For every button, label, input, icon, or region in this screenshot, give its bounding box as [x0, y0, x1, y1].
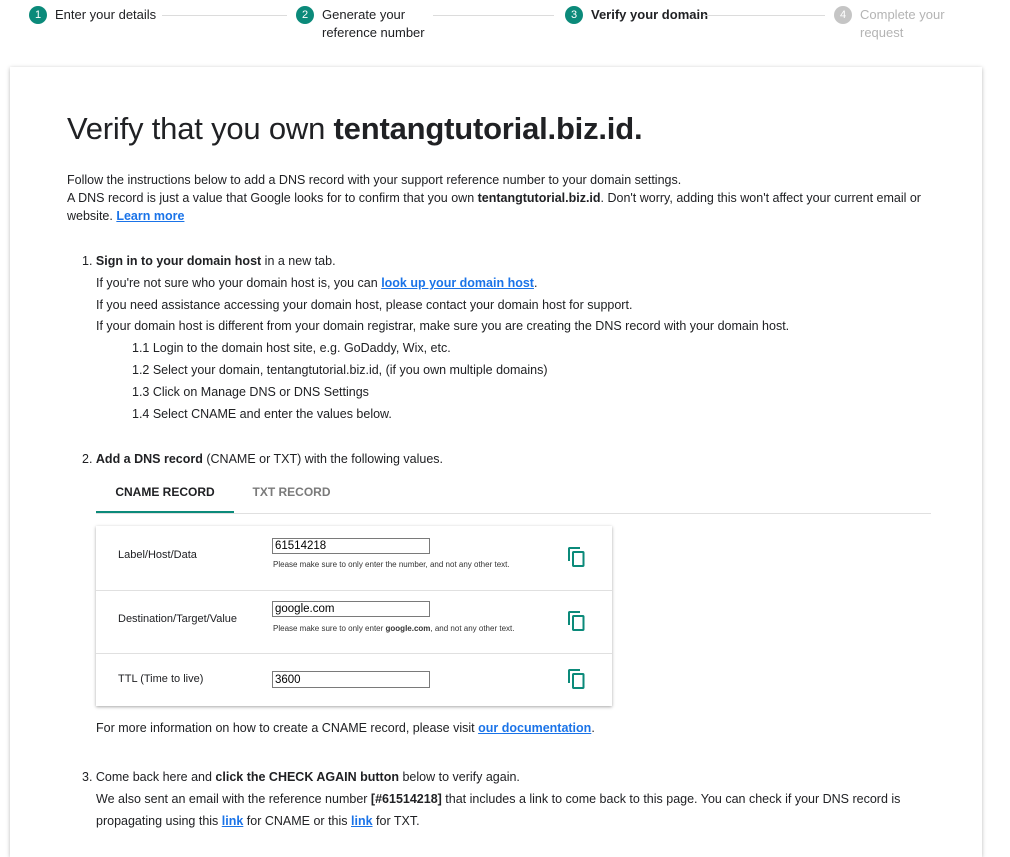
intro-line: A DNS record is just a value that Google… [67, 189, 947, 225]
lookup-domain-host-link[interactable]: look up your domain host [381, 276, 534, 290]
step-3-text: below to verify again. [399, 770, 520, 784]
instruction-text: propagating using this [96, 813, 222, 828]
step-label: Generate your reference number [322, 7, 425, 40]
dns-record-table: Label/Host/Data Please make sure to only… [96, 526, 612, 706]
learn-more-link[interactable]: Learn more [116, 209, 184, 223]
note-text: For more information on how to create a … [96, 721, 479, 735]
instruction-line: If your domain host is different from yo… [96, 319, 790, 334]
copy-icon[interactable] [566, 668, 586, 690]
step-3-text: Come back here and [95, 770, 216, 784]
step-number: 1 [29, 6, 47, 24]
instruction-line: propagating using this link for CNAME or… [82, 811, 962, 833]
instruction-line: We also sent an email with the reference… [82, 789, 962, 811]
step-1-bold: Sign in to your domain host [95, 254, 262, 268]
record-field-label: Label/Host/Data [118, 549, 197, 561]
copy-icon[interactable] [566, 610, 586, 632]
sub-instruction: 1.2 Select your domain, tentangtutorial.… [132, 362, 548, 377]
step-1: 1 Enter your details [29, 6, 165, 24]
title-prefix: Verify that you own [67, 111, 334, 146]
intro-text-part: A DNS record is just a value that Google… [67, 191, 478, 205]
step-number: 3 [565, 6, 583, 24]
verification-card: Verify that you own tentangtutorial.biz.… [10, 67, 982, 857]
step-2: 2 Generate your reference number [296, 6, 432, 42]
reference-number: [#61514218] [370, 791, 442, 806]
step-2-rest: (CNAME or TXT) with the following values… [202, 452, 443, 466]
instruction-text: that includes a link to come back to thi… [441, 791, 901, 806]
step-3-instructions: 3. Come back here and click the CHECK AG… [82, 767, 962, 832]
instruction-line: If you're not sure who your domain host … [82, 273, 962, 295]
destination-target-value-field[interactable] [272, 601, 430, 617]
step-3: 3 Verify your domain [565, 6, 721, 24]
step-number: 2 [296, 6, 314, 24]
step-connector [433, 15, 554, 16]
field-hint: Please make sure to only enter google.co… [273, 624, 514, 633]
hint-bold: google.com [385, 624, 431, 633]
instruction-text: . [533, 275, 538, 290]
cname-docs-note: For more information on how to create a … [96, 719, 595, 737]
list-number: 1. [82, 254, 96, 268]
step-label: Verify your domain [591, 7, 709, 22]
step-connector [162, 15, 287, 16]
table-row: Label/Host/Data Please make sure to only… [96, 526, 612, 591]
title-domain: tentangtutorial.biz.id. [333, 111, 643, 146]
hint-text: , and not any other text. [430, 624, 515, 633]
instruction-line: If you need assistance accessing your do… [96, 297, 633, 312]
documentation-link[interactable]: our documentation [478, 721, 591, 735]
instruction-text: If you're not sure who your domain host … [96, 275, 382, 290]
table-row: Destination/Target/Value Please make sur… [96, 590, 612, 654]
step-4: 4 Complete your request [834, 6, 955, 42]
instruction-text: for TXT. [372, 813, 420, 828]
ttl-field[interactable] [272, 671, 430, 688]
step-1-rest: in a new tab. [261, 254, 336, 268]
cname-propagation-link[interactable]: link [222, 814, 244, 828]
step-number: 4 [834, 6, 852, 24]
list-number: 3. [82, 770, 96, 784]
sub-instruction: 1.1 Login to the domain host site, e.g. … [132, 341, 451, 356]
txt-propagation-link[interactable]: link [351, 814, 373, 828]
step-2-heading: 2. Add a DNS record (CNAME or TXT) with … [82, 450, 443, 468]
copy-icon[interactable] [566, 546, 586, 568]
record-field-label: Destination/Target/Value [118, 613, 238, 625]
intro-text: Follow the instructions below to add a D… [67, 171, 947, 225]
intro-line: Follow the instructions below to add a D… [67, 173, 682, 187]
step-2-bold: Add a DNS record [95, 452, 203, 466]
note-text: . [591, 721, 595, 735]
sub-instruction: 1.4 Select CNAME and enter the values be… [132, 406, 392, 421]
step-label: Enter your details [55, 7, 157, 22]
list-number: 2. [82, 452, 96, 466]
step-3-bold: click the CHECK AGAIN button [215, 770, 399, 784]
table-row: TTL (Time to live) [96, 653, 612, 706]
step-label: Complete your request [860, 7, 945, 40]
tab-txt-record[interactable]: TXT RECORD [234, 473, 349, 511]
field-hint: Please make sure to only enter the numbe… [273, 560, 510, 569]
label-host-data-field[interactable] [272, 538, 430, 554]
tab-cname-record[interactable]: CNAME RECORD [96, 473, 234, 513]
page-title: Verify that you own tentangtutorial.biz.… [67, 111, 643, 147]
step-1-instructions: 1. Sign in to your domain host in a new … [82, 251, 962, 425]
step-1-heading: 1. Sign in to your domain host in a new … [82, 251, 962, 273]
step-3-heading: 3. Come back here and click the CHECK AG… [82, 767, 962, 789]
intro-domain: tentangtutorial.biz.id [477, 191, 601, 205]
hint-text: Please make sure to only enter [273, 624, 386, 633]
sub-instruction: 1.3 Click on Manage DNS or DNS Settings [132, 384, 369, 399]
instruction-text: We also sent an email with the reference… [96, 791, 371, 806]
record-field-label: TTL (Time to live) [118, 673, 204, 685]
progress-stepper: 1 Enter your details 2 Generate your ref… [0, 0, 1010, 60]
record-type-tabs: CNAME RECORD TXT RECORD [96, 473, 931, 514]
step-connector [703, 15, 825, 16]
instruction-text: for CNAME or this [243, 813, 351, 828]
